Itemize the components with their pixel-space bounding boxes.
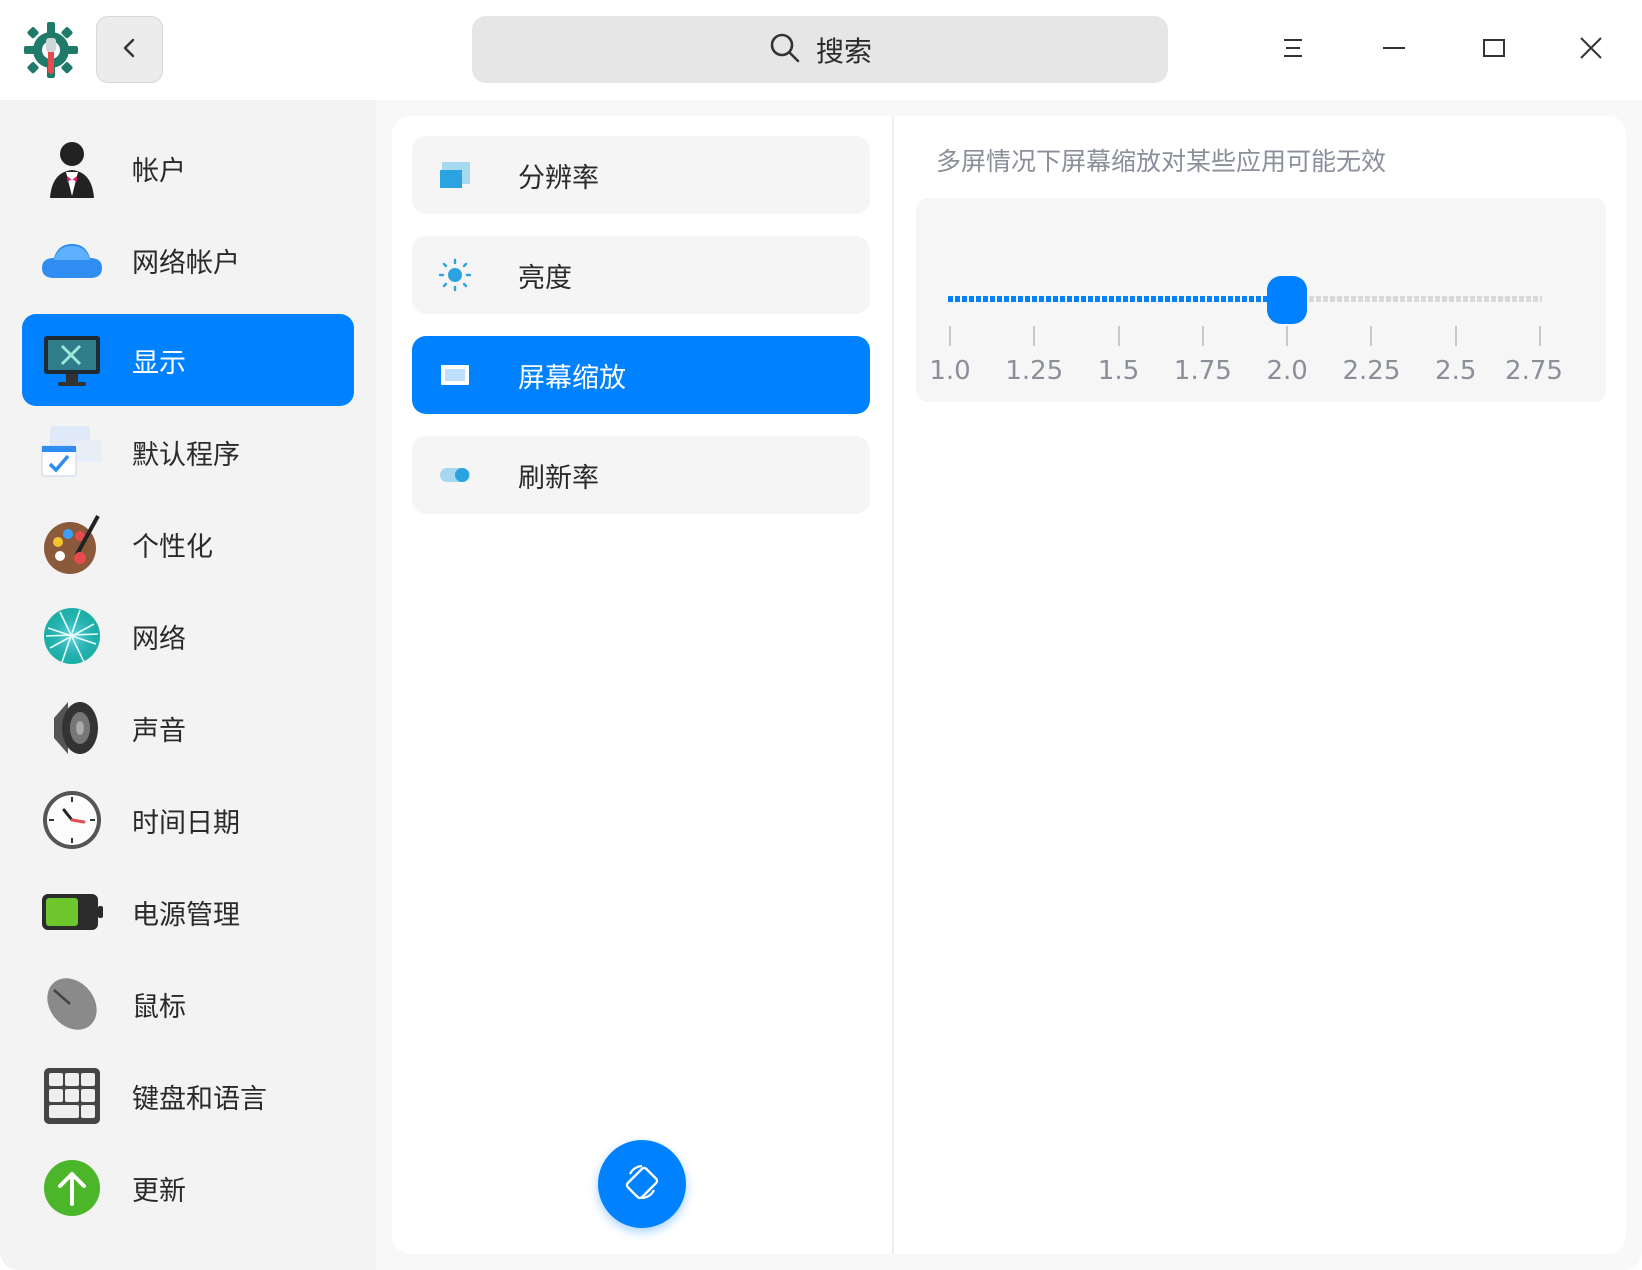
resolution-icon <box>438 158 472 192</box>
sidebar-item-keyboard[interactable]: 键盘和语言 <box>22 1050 354 1142</box>
minimize-icon <box>1381 35 1407 65</box>
mouse-icon <box>40 972 104 1036</box>
sidebar-item-label: 声音 <box>132 715 186 747</box>
search-icon <box>768 31 802 69</box>
slider-track-inactive <box>1309 296 1542 302</box>
scale-icon <box>438 358 472 392</box>
sidebar-item-cloud-account[interactable]: 网络帐户 <box>22 214 354 306</box>
sidebar-item-network[interactable]: 网络 <box>22 590 354 682</box>
default-apps-icon <box>40 420 104 484</box>
rotate-screen-icon <box>622 1162 662 1206</box>
slider-thumb[interactable] <box>1267 276 1308 324</box>
refresh-rate-icon <box>438 458 472 492</box>
slider-track-active <box>948 296 1268 302</box>
sidebar-item-display[interactable]: 显示 <box>22 314 354 406</box>
back-icon <box>118 36 142 64</box>
sidebar-item-update[interactable]: 更新 <box>22 1142 354 1234</box>
sidebar-item-label: 电源管理 <box>132 899 240 931</box>
sidebar-item-account[interactable]: 帐户 <box>22 122 354 214</box>
sidebar-item-personalization[interactable]: 个性化 <box>22 498 354 590</box>
scaling-panel: 多屏情况下屏幕缩放对某些应用可能无效 1.0 1.25 1.5 1.75 2.0 2.25… <box>894 116 1626 1254</box>
sidebar-item-label: 网络 <box>132 623 186 655</box>
sidebar: 帐户 网络帐户 显示 默认程序 个性化 网络 声音 时间日期 电源管理 鼠标 键… <box>0 100 376 1270</box>
account-icon <box>40 136 104 200</box>
submenu-item-scaling[interactable]: 屏幕缩放 <box>412 336 870 414</box>
display-submenu: 分辨率 亮度 屏幕缩放 刷新率 <box>392 116 892 1254</box>
sidebar-item-datetime[interactable]: 时间日期 <box>22 774 354 866</box>
search-placeholder: 搜索 <box>815 34 872 68</box>
slider-tick-label: 1.25 <box>1005 356 1064 386</box>
close-button[interactable] <box>1563 22 1619 78</box>
menu-icon <box>1280 35 1306 65</box>
sidebar-item-default-apps[interactable]: 默认程序 <box>22 406 354 498</box>
sidebar-item-label: 默认程序 <box>132 439 240 471</box>
submenu-item-label: 刷新率 <box>518 462 599 494</box>
slider-tick <box>1033 326 1036 346</box>
app-logo-icon <box>22 20 80 80</box>
submenu-item-label: 屏幕缩放 <box>518 362 626 394</box>
close-icon <box>1578 35 1604 65</box>
sidebar-item-label: 时间日期 <box>132 807 240 839</box>
submenu-item-resolution[interactable]: 分辨率 <box>412 136 870 214</box>
back-button[interactable] <box>96 16 163 83</box>
sidebar-item-label: 鼠标 <box>132 991 186 1023</box>
maximize-button[interactable] <box>1466 22 1522 78</box>
sidebar-item-label: 更新 <box>132 1175 186 1207</box>
sidebar-item-mouse[interactable]: 鼠标 <box>22 958 354 1050</box>
slider-tick <box>1286 326 1289 346</box>
settings-window: 搜索 帐户 网络帐户 显示 默认程序 个性化 网络 声音 时间日期 电源管理 鼠… <box>0 0 1642 1270</box>
network-icon <box>40 604 104 668</box>
slider-tick <box>1454 326 1457 346</box>
slider-tick <box>1201 326 1204 346</box>
scaling-hint: 多屏情况下屏幕缩放对某些应用可能无效 <box>936 147 1387 176</box>
submenu-item-label: 亮度 <box>518 262 572 294</box>
submenu-item-label: 分辨率 <box>518 162 599 194</box>
sidebar-item-label: 个性化 <box>132 531 213 563</box>
submenu-item-brightness[interactable]: 亮度 <box>412 236 870 314</box>
titlebar: 搜索 <box>0 0 1642 100</box>
submenu-item-refresh-rate[interactable]: 刷新率 <box>412 436 870 514</box>
sidebar-item-label: 网络帐户 <box>132 247 240 279</box>
slider-tick-label: 2.75 <box>1505 356 1563 386</box>
scale-slider-card: 1.0 1.25 1.5 1.75 2.0 2.25 2.5 2.75 <box>916 198 1606 402</box>
slider-tick <box>949 326 951 346</box>
menu-button[interactable] <box>1265 22 1321 78</box>
search-input[interactable]: 搜索 <box>472 16 1168 83</box>
clock-icon <box>40 788 104 852</box>
keyboard-icon <box>40 1064 104 1128</box>
sidebar-item-label: 帐户 <box>132 155 186 187</box>
slider-tick <box>1370 326 1373 346</box>
slider-tick-label: 1.5 <box>1097 356 1140 386</box>
slider-tick-label: 1.0 <box>929 356 971 386</box>
sidebar-item-label: 显示 <box>132 347 186 379</box>
scale-slider[interactable]: 1.0 1.25 1.5 1.75 2.0 2.25 2.5 2.75 <box>916 198 1606 402</box>
slider-tick-label: 1.75 <box>1173 356 1232 386</box>
sidebar-item-power[interactable]: 电源管理 <box>22 866 354 958</box>
slider-tick-label: 2.25 <box>1342 356 1401 386</box>
slider-tick <box>1117 326 1120 346</box>
slider-tick <box>1539 326 1541 346</box>
update-icon <box>40 1156 104 1220</box>
display-icon <box>40 328 104 392</box>
brightness-icon <box>438 258 472 292</box>
sidebar-item-sound[interactable]: 声音 <box>22 682 354 774</box>
cloud-icon <box>40 228 104 292</box>
rotate-screen-button[interactable] <box>598 1140 686 1228</box>
battery-icon <box>40 880 104 944</box>
maximize-icon <box>1481 35 1507 65</box>
slider-tick-label: 2.0 <box>1266 356 1308 386</box>
slider-tick-label: 2.5 <box>1435 356 1477 386</box>
palette-icon <box>40 512 104 576</box>
sidebar-item-label: 键盘和语言 <box>132 1083 267 1115</box>
speaker-icon <box>40 696 104 760</box>
minimize-button[interactable] <box>1366 22 1422 78</box>
